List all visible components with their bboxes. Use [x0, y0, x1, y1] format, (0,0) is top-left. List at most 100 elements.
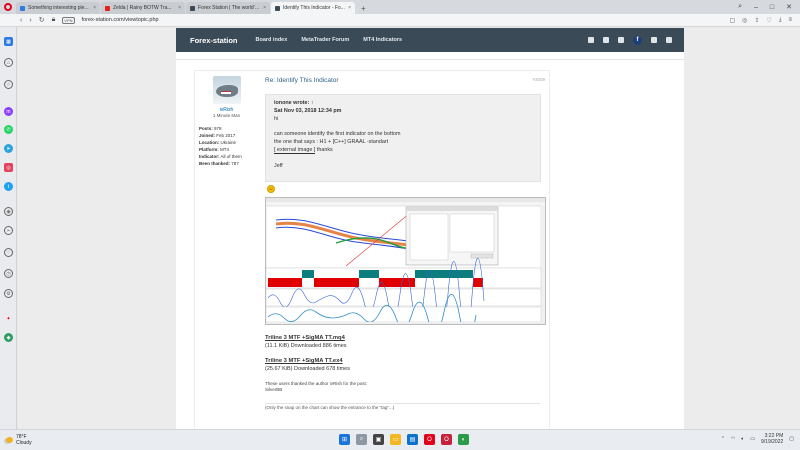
bookmark-icon[interactable]: ♡ [766, 17, 771, 24]
vpn-badge[interactable]: VPN [62, 16, 75, 24]
reload-icon[interactable]: ↻ [39, 16, 45, 24]
pin-icon[interactable]: ✦ [4, 314, 13, 323]
speed-dial-icon[interactable]: ▦ [4, 37, 13, 46]
browser-tab-active[interactable]: Identify This Indicator - Fo... × [271, 2, 355, 14]
home-icon[interactable]: ⌂ [4, 58, 13, 67]
topic-content: ivRish 1 Minute Man Posts: 978 Joined: F… [176, 52, 684, 429]
quote-author[interactable]: ionone wrote: ↑ [274, 100, 532, 108]
quote-text: thanks [315, 146, 333, 153]
system-tray: ⌃ ◠ 🔈︎ ▭ 3:22 PM 9/19/2022 ▢ [721, 433, 794, 445]
attachment-link[interactable]: Triline 3 MTF +SigMA TT.ex4 [265, 357, 551, 365]
notifications-icon[interactable]: ▢ [789, 436, 794, 442]
thanked-user-link[interactable]: SilverBB [265, 387, 551, 393]
menu-icon[interactable]: ≡ [788, 17, 792, 24]
external-image-link[interactable]: [ external image ] [274, 146, 316, 154]
quote-text: hi [274, 115, 279, 122]
nav-metatrader-forum[interactable]: MetaTrader Forum [301, 37, 349, 43]
quote-signoff: Jeff [274, 162, 283, 169]
mail-icon[interactable] [588, 37, 594, 43]
battery-icon[interactable]: ▭ [750, 436, 755, 442]
file-explorer-icon[interactable]: ▭ [390, 434, 401, 445]
opera-sidebar: ▦ ⌂ ☆ m ✆ ➤ ◎ t ◉ ➢ ♡ ◷ ⚙ ✦ ◆ [0, 27, 17, 429]
twitter-icon[interactable]: t [4, 182, 13, 191]
opera-menu-icon[interactable] [0, 0, 16, 14]
web-page: Forex-station Board index MetaTrader For… [18, 28, 800, 429]
heart-icon[interactable]: ♡ [4, 248, 13, 257]
show-hidden-icons-icon[interactable]: ⌃ [721, 436, 725, 442]
instagram-icon[interactable]: ◎ [4, 163, 13, 172]
search-icon[interactable] [618, 37, 624, 43]
browser-tab[interactable]: Forex Station | The world's... × [186, 2, 270, 14]
clock[interactable]: 3:22 PM 9/19/2022 [761, 433, 783, 445]
close-tab-icon[interactable]: × [263, 5, 266, 11]
thanks-list: These users thanked the author ivRish fo… [265, 381, 551, 393]
close-tab-icon[interactable]: × [93, 5, 96, 11]
windows-start-icon[interactable]: ⊞ [339, 434, 350, 445]
previous-post-footer [176, 52, 684, 60]
volume-icon[interactable]: 🔈︎ [741, 436, 744, 442]
tab-title: Something interesting ple... [28, 5, 89, 11]
snapshot-icon[interactable]: ▢ [729, 17, 735, 24]
post-title[interactable]: Re: Identify This Indicator [265, 77, 551, 84]
weather-condition: Cloudy [16, 440, 32, 446]
close-tab-icon[interactable]: × [348, 5, 351, 11]
wifi-icon[interactable]: ◠ [731, 436, 735, 442]
smiley-emoji-icon: ☺ [267, 185, 275, 193]
maximize-icon[interactable]: □ [770, 4, 774, 11]
history-icon[interactable]: ◷ [4, 269, 13, 278]
site-header: Forex-station Board index MetaTrader For… [176, 28, 684, 52]
attachment-meta: (11.1 KiB) Downloaded 886 times [265, 343, 347, 349]
browser-tab[interactable]: Zelda | Rainy BOTW Tra... × [101, 2, 185, 14]
attachment-meta: (25.67 KiB) Downloaded 678 times [265, 366, 350, 372]
lock-icon: 🔒︎ [51, 16, 56, 23]
minimize-icon[interactable]: – [754, 4, 758, 11]
chat-icon[interactable] [666, 37, 672, 43]
search-tabs-icon[interactable]: ⌕ [738, 3, 742, 11]
url-field[interactable]: forex-station.com/viewtopic.php [82, 17, 159, 23]
close-window-icon[interactable]: ✕ [786, 3, 792, 11]
profile-field: Been thanked: 787 [199, 161, 239, 166]
search-icon[interactable]: ⌕ [356, 434, 367, 445]
camera-icon[interactable]: ◎ [742, 17, 747, 24]
facebook-icon[interactable]: f [633, 35, 642, 45]
close-tab-icon[interactable]: × [178, 5, 181, 11]
nav-board-index[interactable]: Board index [256, 37, 288, 43]
post-content: Re: Identify This Indicator #3009 ionone… [265, 71, 551, 410]
nav-mt4-indicators[interactable]: MT4 Indicators [363, 37, 402, 43]
send-icon[interactable]: ➢ [4, 226, 13, 235]
extension-icon[interactable]: ◆ [4, 333, 13, 342]
post-number[interactable]: #3009 [532, 77, 545, 82]
app-taskbar-icon[interactable]: ◐ [458, 434, 469, 445]
task-view-icon[interactable]: ▣ [373, 434, 384, 445]
forward-icon[interactable]: › [29, 17, 31, 24]
tab-favicon-icon [190, 5, 195, 11]
address-bar: ‹ › ↻ 🔒︎ VPN forex-station.com/viewtopic… [0, 14, 800, 27]
download-icon[interactable]: ⤓ [779, 17, 782, 24]
attachment: Triline 3 MTF +SigMA TT.mq4 (11.1 KiB) D… [265, 334, 551, 350]
share-icon[interactable]: ⇪ [754, 17, 759, 24]
quote-text: the one that says : H1 + [C++] GRAAL -st… [274, 139, 389, 146]
browser-tab[interactable]: Something interesting ple... × [16, 2, 100, 14]
opera-taskbar-icon[interactable]: O [424, 434, 435, 445]
messenger-icon[interactable]: m [4, 107, 13, 116]
notification-icon[interactable] [603, 37, 609, 43]
opera-gx-taskbar-icon[interactable]: O [441, 434, 452, 445]
tab-title: Forex Station | The world's... [198, 5, 261, 11]
bookmarks-icon[interactable]: ☆ [4, 80, 13, 89]
chart-image [266, 198, 545, 324]
back-icon[interactable]: ‹ [20, 17, 22, 24]
settings-icon[interactable]: ⚙ [4, 289, 13, 298]
site-logo[interactable]: Forex-station [190, 36, 238, 45]
profile-field: Posts: 978 [199, 126, 222, 131]
player-icon[interactable]: ◉ [4, 207, 13, 216]
mt4-chart-screenshot[interactable] [265, 197, 546, 325]
avatar[interactable] [212, 76, 241, 104]
new-tab-button[interactable]: + [356, 2, 371, 14]
tab-favicon-icon [20, 5, 25, 11]
weather-widget[interactable]: 78°F Cloudy [0, 434, 120, 446]
store-icon[interactable]: ▤ [407, 434, 418, 445]
hamburger-menu-icon[interactable] [651, 37, 657, 43]
telegram-icon[interactable]: ➤ [4, 144, 13, 153]
attachment-link[interactable]: Triline 3 MTF +SigMA TT.mq4 [265, 334, 551, 342]
whatsapp-icon[interactable]: ✆ [4, 125, 13, 134]
